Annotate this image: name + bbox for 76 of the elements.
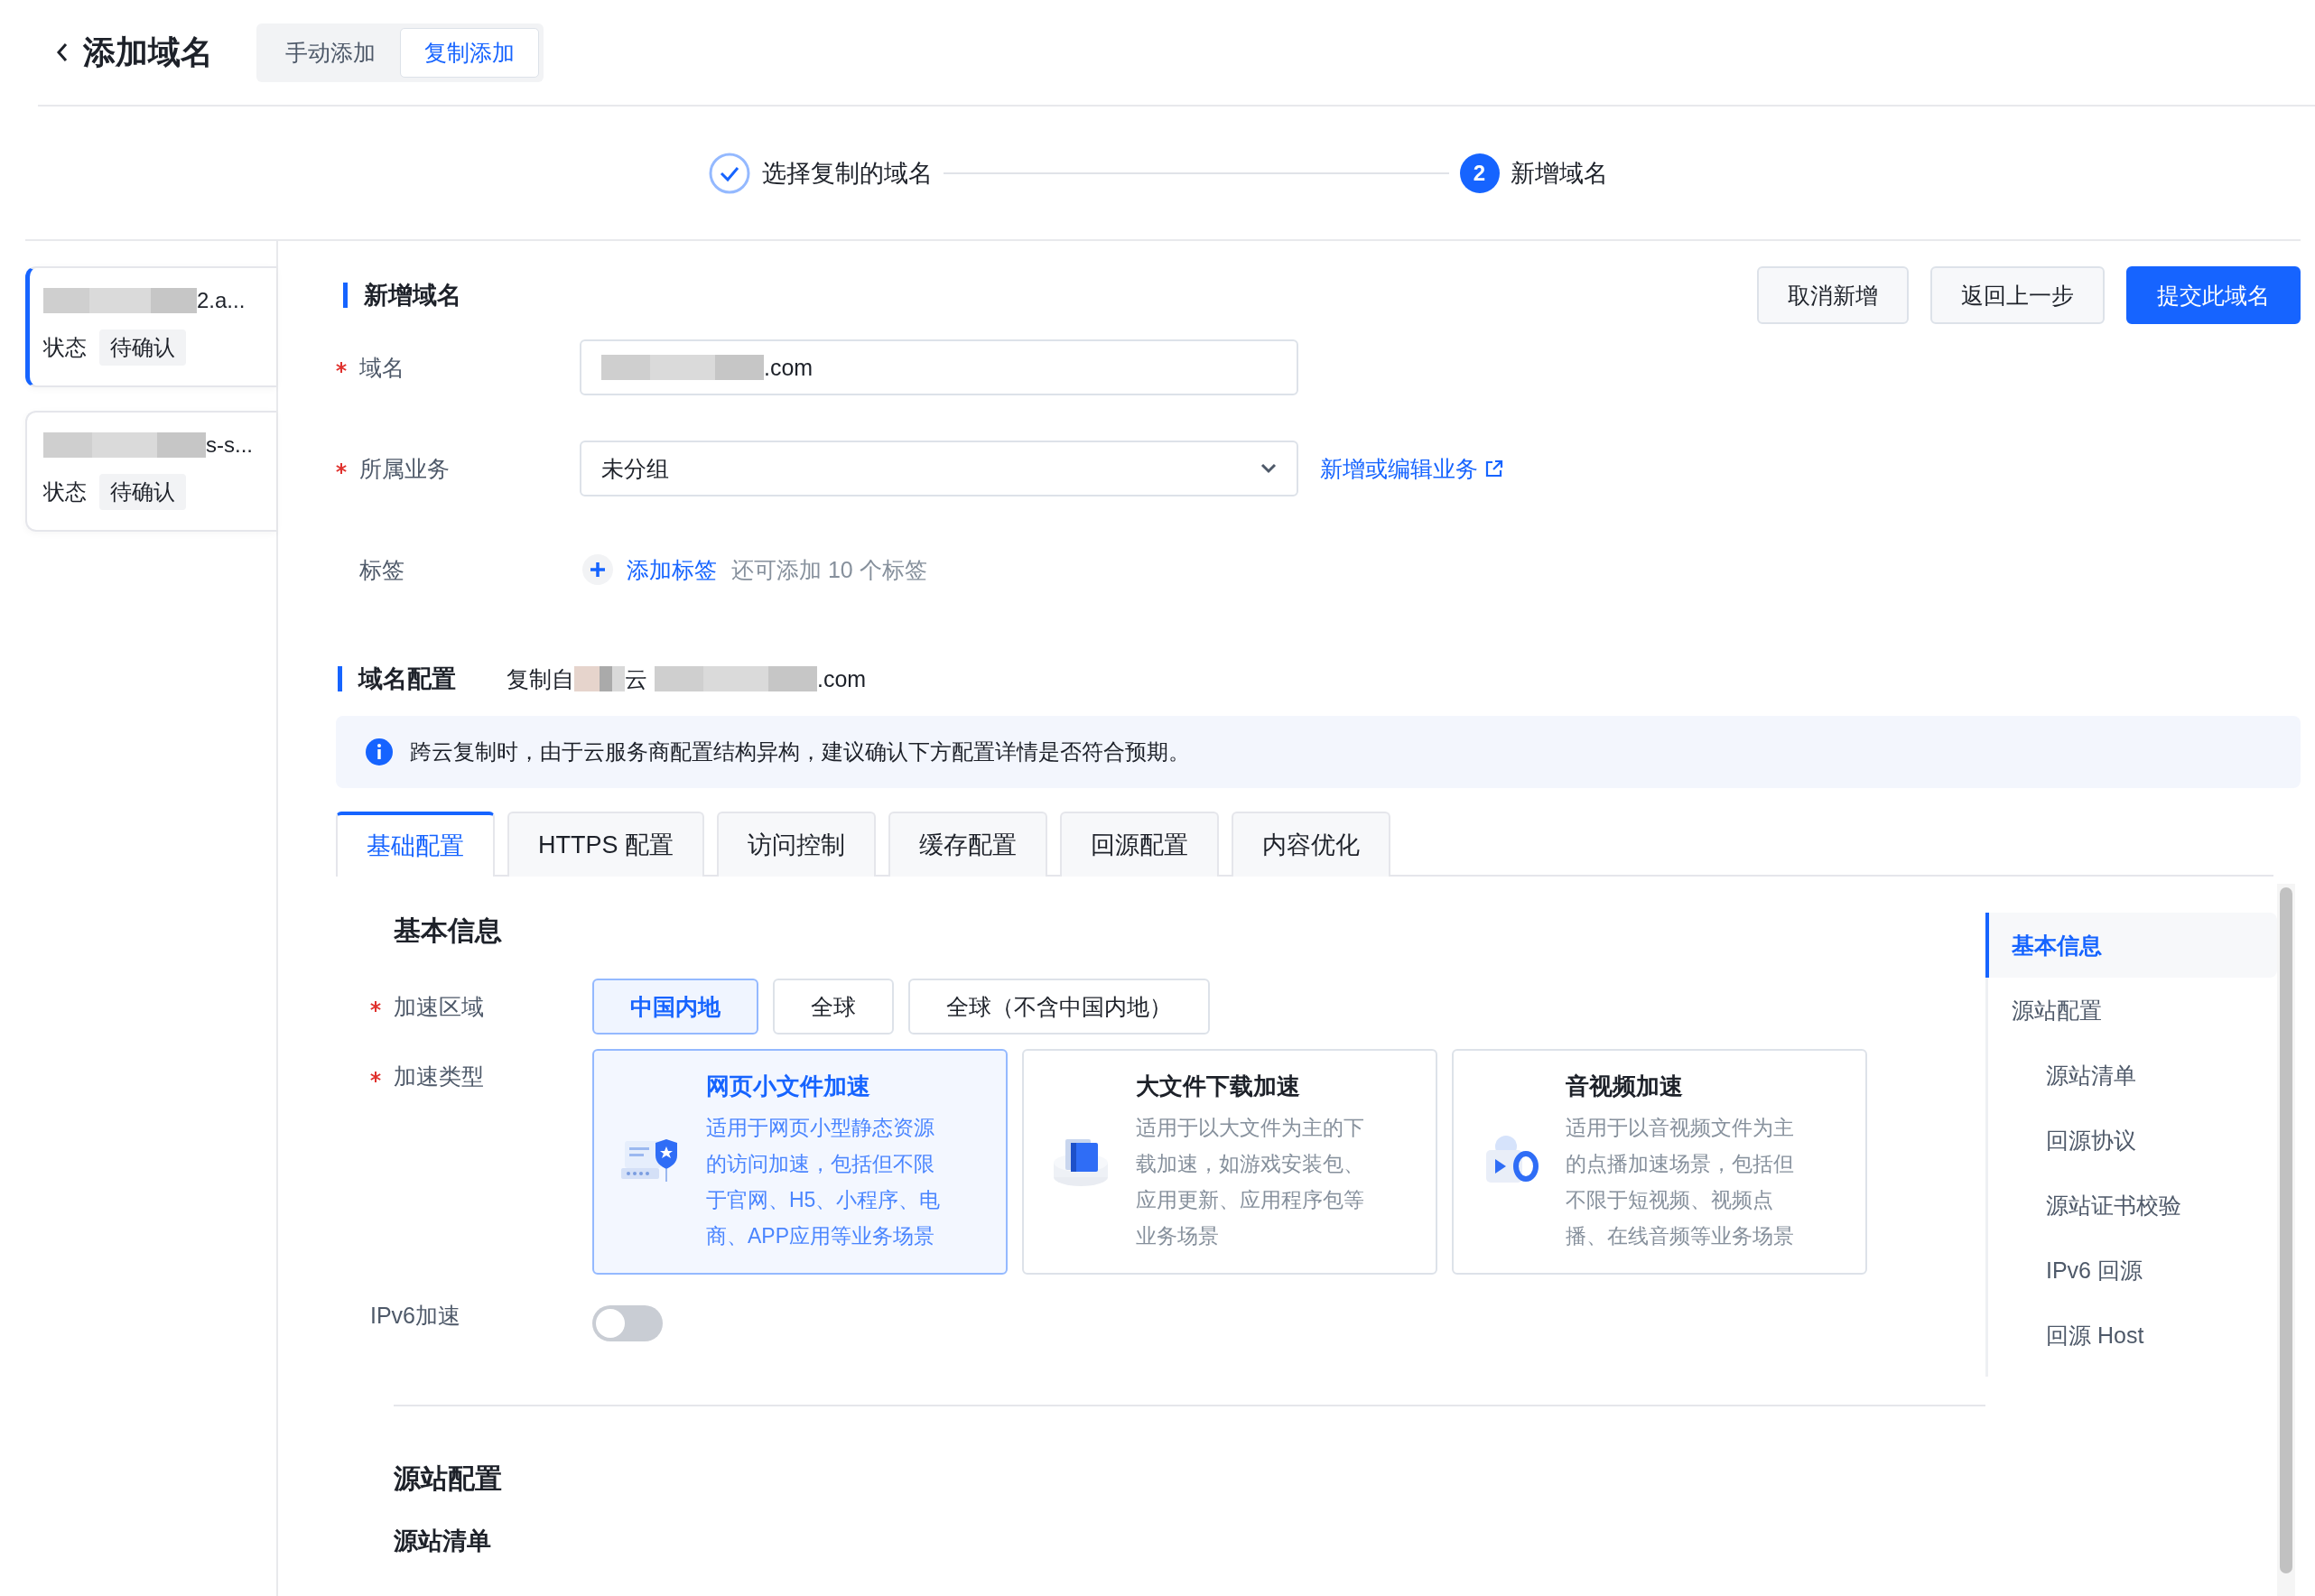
scrollbar[interactable]	[2277, 884, 2295, 1596]
type-card[interactable]: 音视频加速 适用于以音视频文件为主的点播加速场景，包括但不限于短视频、视频点播、在线音频等业务场景	[1452, 1049, 1867, 1275]
domain-name: 2.a...	[197, 288, 246, 313]
anchor-nav-item[interactable]: 源站证书校验	[1988, 1173, 2277, 1238]
action-button[interactable]: 取消新增	[1757, 266, 1909, 324]
step-label: 新增域名	[1510, 158, 1608, 189]
tag-hint: 还可添加 10 个标签	[731, 555, 927, 584]
notice-text: 跨云复制时，由于云服务商配置结构异构，建议确认下方配置详情是否符合预期。	[410, 738, 1190, 766]
action-button[interactable]: 返回上一步	[1930, 266, 2105, 324]
type-card[interactable]: 网页小文件加速 适用于网页小型静态资源的访问加速，包括但不限于官网、H5、小程序、电商、APP应用等业务场景	[592, 1049, 1008, 1275]
card-description: 适用于以音视频文件为主的点播加速场景，包括但不限于短视频、视频点播、在线音频等业务场景	[1566, 1114, 1795, 1249]
domain-card[interactable]: s-s... 状态 待确认	[25, 411, 276, 532]
info-icon	[365, 738, 394, 766]
region-option[interactable]: 全球（不含中国内地）	[908, 979, 1210, 1035]
step-label: 选择复制的域名	[761, 158, 933, 189]
config-tab[interactable]: 基础配置	[336, 812, 495, 877]
config-tab[interactable]: HTTPS 配置	[507, 812, 704, 877]
mode-tab[interactable]: 复制添加	[400, 27, 539, 78]
anchor-nav-item[interactable]: 源站配置	[1988, 978, 2277, 1043]
required-icon	[370, 1071, 381, 1082]
status-tag: 待确认	[99, 329, 186, 366]
back-icon[interactable]	[56, 42, 69, 62]
card-description: 适用于网页小型静态资源的访问加速，包括但不限于官网、H5、小程序、电商、APP应用等业务场景	[706, 1114, 942, 1249]
redacted-block	[574, 666, 625, 691]
card-description: 适用于以大文件为主的下载加速，如游戏安装包、应用更新、应用程序包等业务场景	[1136, 1114, 1365, 1249]
page-title: 添加域名	[83, 32, 213, 72]
section-heading: 源站配置	[394, 1462, 503, 1495]
type-card[interactable]: 大文件下载加速 适用于以大文件为主的下载加速，如游戏安装包、应用更新、应用程序包等业务场景	[1022, 1049, 1437, 1275]
business-select[interactable]: 未分组	[580, 441, 1298, 496]
card-title: 网页小文件加速	[706, 1071, 871, 1101]
required-icon	[370, 1001, 381, 1012]
region-option[interactable]: 全球	[773, 979, 894, 1035]
step-number: 2	[1459, 153, 1500, 193]
plus-icon	[581, 553, 614, 586]
section-title: 域名配置	[338, 666, 456, 691]
domain-card[interactable]: 2.a... 状态 待确认	[25, 266, 276, 387]
card-title: 音视频加速	[1566, 1071, 1684, 1101]
status-label: 状态	[43, 334, 87, 361]
anchor-nav-item[interactable]: 基本信息	[1985, 913, 2277, 978]
edit-business-link[interactable]: 新增或编辑业务	[1320, 453, 1503, 484]
source-prefix: 复制自	[507, 664, 574, 693]
config-tab[interactable]: 访问控制	[717, 812, 876, 877]
subsection-heading: 源站清单	[394, 1526, 492, 1556]
anchor-nav-item[interactable]: 回源 Host	[1988, 1303, 2277, 1368]
source-cloud: 云	[625, 664, 647, 693]
field-label: 标签	[358, 555, 405, 584]
config-tab[interactable]: 内容优化	[1232, 812, 1390, 877]
chevron-down-icon	[1260, 463, 1277, 474]
anchor-nav-item[interactable]: IPv6 回源	[1988, 1238, 2277, 1303]
field-label: 所属业务	[336, 453, 580, 484]
config-tab[interactable]: 回源配置	[1060, 812, 1219, 877]
field-label: 加速区域	[370, 991, 592, 1022]
required-icon	[336, 463, 347, 474]
input-value: .com	[764, 354, 814, 381]
anchor-nav-item[interactable]: 源站清单	[1988, 1043, 2277, 1108]
field-label: IPv6加速	[370, 1301, 462, 1330]
status-tag: 待确认	[99, 474, 186, 510]
mode-tab[interactable]: 手动添加	[261, 27, 400, 78]
config-tab[interactable]: 缓存配置	[888, 812, 1047, 877]
field-label: 域名	[336, 352, 580, 383]
required-icon	[336, 362, 347, 373]
ipv6-toggle[interactable]	[592, 1305, 663, 1341]
anchor-nav-item[interactable]: 回源协议	[1988, 1108, 2277, 1173]
section-heading: 基本信息	[394, 914, 503, 947]
action-button[interactable]: 提交此域名	[2126, 266, 2301, 324]
section-title: 新增域名	[343, 283, 461, 308]
domain-input[interactable]: .com	[580, 339, 1298, 395]
scrollbar-thumb[interactable]	[2280, 887, 2292, 1573]
source-domain: .com	[817, 665, 867, 692]
card-title: 大文件下载加速	[1136, 1071, 1301, 1101]
field-label: 加速类型	[370, 1049, 592, 1091]
status-label: 状态	[43, 478, 87, 506]
domain-name: s-s...	[206, 432, 253, 458]
region-option[interactable]: 中国内地	[592, 979, 758, 1035]
external-link-icon	[1485, 459, 1503, 478]
add-tag-link[interactable]: 添加标签	[581, 553, 717, 586]
